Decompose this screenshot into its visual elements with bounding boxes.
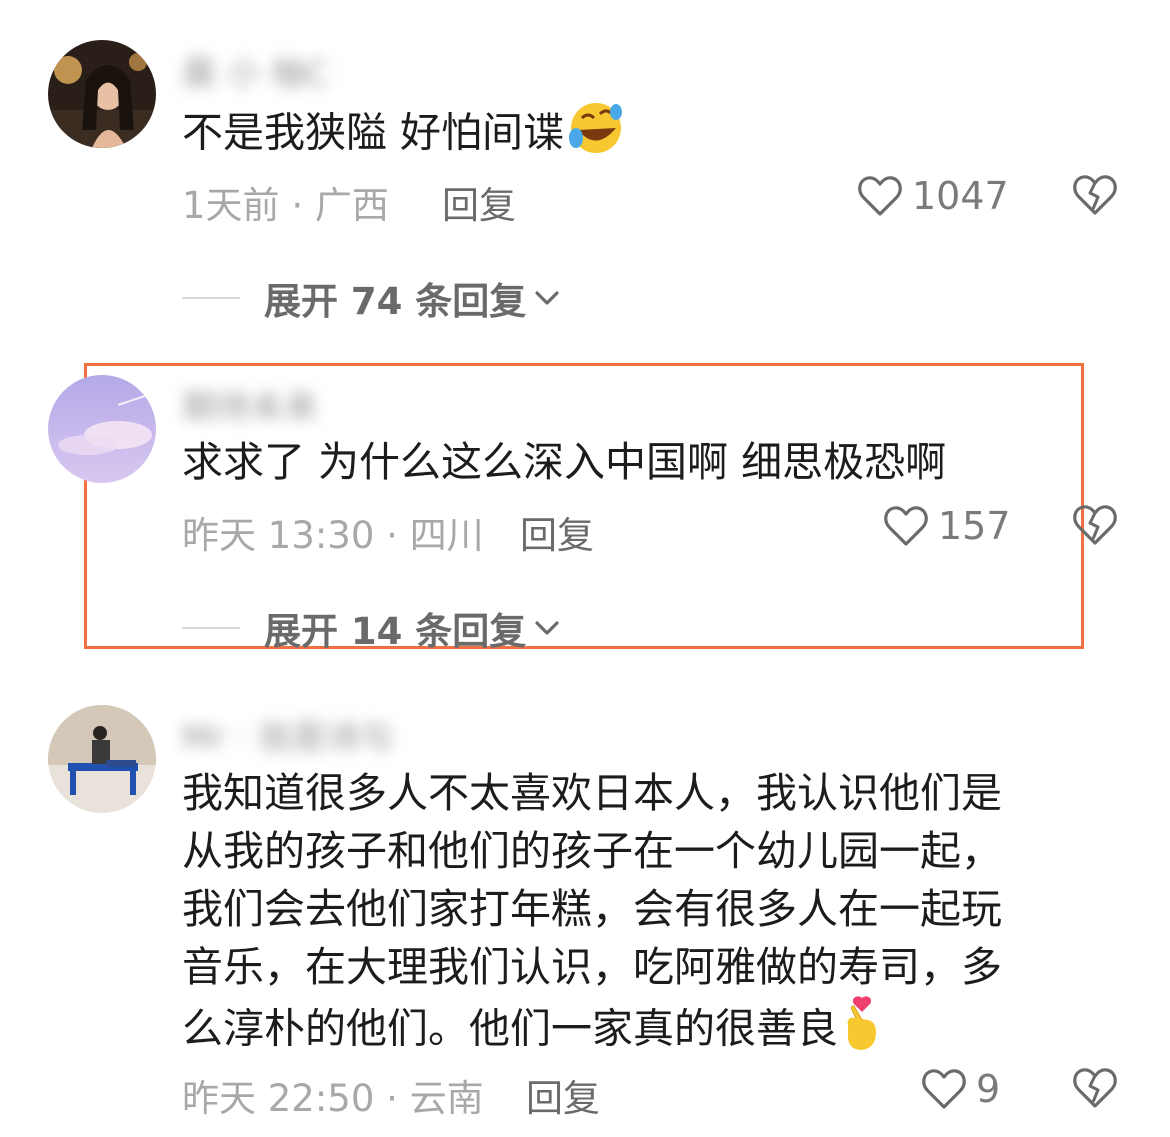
avatar[interactable] [48, 40, 156, 148]
reply-button[interactable]: 回复 [520, 505, 594, 559]
like-count: 9 [976, 1067, 1001, 1111]
like-button[interactable]: 9 [920, 1065, 1000, 1113]
rolling-laughing-emoji [564, 100, 626, 171]
like-button[interactable]: 157 [882, 502, 1011, 550]
heart-icon [856, 174, 904, 218]
comment-meta: 1天前 · 广西 [182, 175, 389, 229]
username[interactable]: 晨 小 柚C [182, 46, 329, 95]
comment-meta: 昨天 13:30 · 四川 [182, 505, 484, 559]
avatar[interactable] [48, 705, 156, 813]
meta-separator: · [386, 1077, 398, 1120]
comment-text: 求求了 为什么这么深入中国啊 细思极恐啊 [182, 438, 947, 486]
heart-icon [920, 1067, 968, 1111]
like-button[interactable]: 1047 [856, 172, 1009, 220]
like-count: 157 [938, 504, 1011, 548]
broken-heart-icon[interactable] [1072, 173, 1118, 219]
comment-text-line: 我们会去他们家打年糕，会有很多人在一起玩 [182, 885, 1002, 933]
comment-time: 昨天 13:30 [182, 514, 375, 557]
expand-replies[interactable]: 展开 14 条回复 [182, 603, 562, 653]
heart-icon [882, 504, 930, 548]
comment-location: 四川 [409, 514, 484, 557]
reply-button[interactable]: 回复 [442, 175, 516, 229]
comment-text: 我知道很多人不太喜欢日本人，我认识他们是 从我的孩子和他们的孩子在一个幼儿园一起… [182, 764, 1002, 1067]
comment-meta: 昨天 22:50 · 云南 [182, 1068, 484, 1122]
meta-separator: · [386, 514, 398, 557]
comment-time: 1天前 [182, 184, 280, 227]
comment-text: 不是我狭隘 好怕间谍 [182, 100, 626, 171]
chevron-down-icon [535, 291, 559, 305]
avatar[interactable] [48, 375, 156, 483]
comment-text-body: 不是我狭隘 好怕间谍 [182, 108, 565, 157]
comment-text-line: 音乐，在大理我们认识，吃阿雅做的寿司，多 [182, 943, 1002, 991]
username[interactable]: Mr · 翁是诗与 [182, 710, 394, 759]
comment-text-line-last: 么淳朴的他们。他们一家真的很善良 [182, 996, 1002, 1067]
expand-replies-label: 展开 14 条回复 [264, 610, 527, 653]
username[interactable]: 期待未来 [182, 380, 318, 429]
chevron-down-icon [535, 621, 559, 635]
divider [182, 627, 240, 629]
comment-text-line: 从我的孩子和他们的孩子在一个幼儿园一起， [182, 827, 1002, 875]
reply-button[interactable]: 回复 [526, 1068, 600, 1122]
like-count: 1047 [912, 174, 1009, 218]
comment-location: 广西 [314, 184, 389, 227]
comment-text-line: 我知道很多人不太喜欢日本人，我认识他们是 [182, 769, 1002, 817]
expand-replies[interactable]: 展开 74 条回复 [182, 273, 562, 323]
expand-replies-label: 展开 74 条回复 [264, 280, 527, 323]
meta-separator: · [291, 184, 304, 227]
finger-heart-emoji [838, 996, 884, 1067]
broken-heart-icon[interactable] [1072, 1066, 1118, 1112]
divider [182, 297, 240, 299]
comment-time: 昨天 22:50 [182, 1077, 375, 1120]
comment-text-line: 么淳朴的他们。他们一家真的很善良 [182, 1004, 838, 1053]
broken-heart-icon[interactable] [1072, 503, 1118, 549]
comment-location: 云南 [409, 1077, 484, 1120]
